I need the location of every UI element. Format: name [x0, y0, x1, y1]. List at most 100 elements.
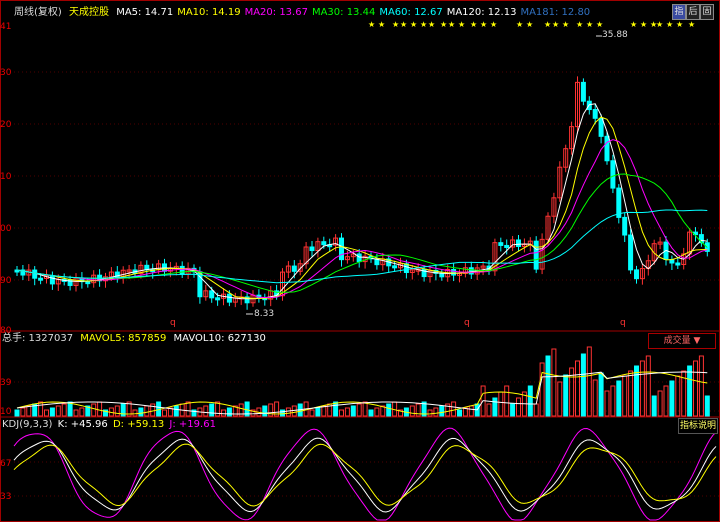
event-star: ★: [400, 20, 408, 29]
event-star: ★: [552, 20, 560, 29]
event-star: ★: [392, 20, 400, 29]
candle-body: [451, 269, 457, 276]
event-star: ★: [470, 20, 478, 29]
price-tick: 10: [0, 172, 12, 182]
volume-bar: [645, 355, 651, 417]
candle-body: [321, 241, 327, 246]
volume-bar: [468, 405, 474, 417]
candle-body: [498, 242, 504, 246]
event-marker[interactable]: q: [170, 318, 176, 328]
event-star: ★: [688, 20, 696, 29]
price-tick: 30: [0, 68, 12, 78]
event-marker[interactable]: q: [620, 318, 626, 328]
ma-legend-item: MA120: 12.13: [446, 7, 517, 18]
volume-bar: [516, 397, 521, 417]
volume-bar: [61, 403, 67, 417]
volume-bar: [203, 405, 209, 417]
ma-legend-item: MA30: 13.44: [311, 7, 376, 18]
volume-bar: [498, 391, 504, 417]
candle-body: [114, 271, 120, 279]
volume-bar: [639, 360, 645, 417]
kdj-header: KDJ(9,3,3) K: +45.96 D: +59.13 J: +19.61: [0, 418, 720, 432]
event-star: ★: [516, 20, 524, 29]
volume-bar: [185, 401, 191, 417]
volume-bar: [91, 403, 97, 417]
stock-chart[interactable]: [0, 0, 720, 522]
volume-bar: [386, 403, 392, 417]
event-star: ★: [428, 20, 436, 29]
ma-legend: MA5: 14.71 MA10: 14.19 MA20: 13.67 MA30: 13…: [116, 7, 594, 18]
indicator-button[interactable]: 指: [672, 4, 686, 20]
indicator-help-button[interactable]: 指标说明: [678, 418, 718, 434]
volume-bar: [693, 360, 698, 417]
price-tick: 00: [0, 224, 12, 234]
volume-bar: [592, 379, 598, 417]
candle-body: [604, 135, 610, 162]
candle-body: [392, 265, 398, 269]
volume-dropdown-label: 成交量: [663, 336, 691, 346]
candle-body: [439, 272, 445, 278]
price-tick: 41: [0, 22, 12, 32]
volume-total: 总手: 1327037: [2, 333, 74, 344]
candle-body: [516, 239, 521, 247]
fix-button[interactable]: 固: [700, 4, 714, 20]
kdj-d: D: +59.13: [112, 419, 165, 430]
event-star: ★: [480, 20, 488, 29]
kdj-tick: 33: [0, 492, 12, 502]
price-tick: 20: [0, 120, 12, 130]
volume-bar: [14, 409, 20, 417]
volume-bar: [510, 403, 516, 417]
event-star: ★: [640, 20, 648, 29]
volume-header: 总手: 1327037 MAVOL5: 857859 MAVOL10: 6271…: [0, 332, 720, 346]
ma-line: [16, 139, 708, 298]
restore-button[interactable]: 后: [686, 4, 700, 20]
ma-legend-item: MA5: 14.71: [116, 7, 174, 18]
ma-legend-item: MA20: 13.67: [244, 7, 308, 18]
ma-line: [16, 209, 708, 284]
volume-bar: [38, 401, 44, 417]
candle-body: [356, 253, 362, 263]
volume-bar: [439, 405, 445, 417]
candle-body: [610, 160, 616, 189]
volume-bar: [634, 365, 639, 417]
volume-bar: [374, 407, 380, 417]
volume-bar: [226, 407, 232, 417]
ma-legend-item: MA60: 12.67: [379, 7, 443, 18]
event-star: ★: [656, 20, 664, 29]
ma-line: [16, 103, 708, 300]
kdj-k: K: +45.96: [57, 419, 108, 430]
volume-bar: [451, 401, 457, 417]
volume-bar: [651, 395, 657, 417]
event-star: ★: [666, 20, 674, 29]
volume-bar: [20, 407, 26, 417]
volume-bar: [368, 409, 374, 417]
candle-body: [533, 240, 539, 270]
kdj-tick: 67: [0, 459, 12, 469]
volume-bar: [280, 409, 285, 417]
volume-bar: [492, 397, 498, 417]
event-star: ★: [448, 20, 456, 29]
volume-bar: [575, 360, 580, 417]
volume-bar: [669, 380, 675, 417]
event-star: ★: [368, 20, 376, 29]
kdj-line: [13, 427, 717, 521]
volume-bar: [333, 401, 339, 417]
volume-tick: 10: [0, 407, 12, 417]
volume-indicator-dropdown[interactable]: 成交量 ▼: [648, 333, 716, 349]
event-star: ★: [562, 20, 570, 29]
volume-bar: [173, 405, 179, 417]
volume-bar: [545, 355, 551, 417]
candle-body: [32, 269, 38, 279]
event-marker[interactable]: q: [464, 318, 470, 328]
candle-body: [622, 216, 628, 236]
volume-bar: [209, 403, 215, 417]
candle-body: [179, 265, 185, 275]
event-star: ★: [378, 20, 386, 29]
candle-body: [309, 246, 315, 252]
candle-body: [291, 265, 297, 272]
kdj-j: J: +19.61: [169, 419, 216, 430]
period-label: 周线(复权): [14, 7, 62, 18]
volume-bar: [563, 374, 569, 417]
candle-body: [339, 237, 344, 261]
candle-body: [38, 277, 44, 281]
